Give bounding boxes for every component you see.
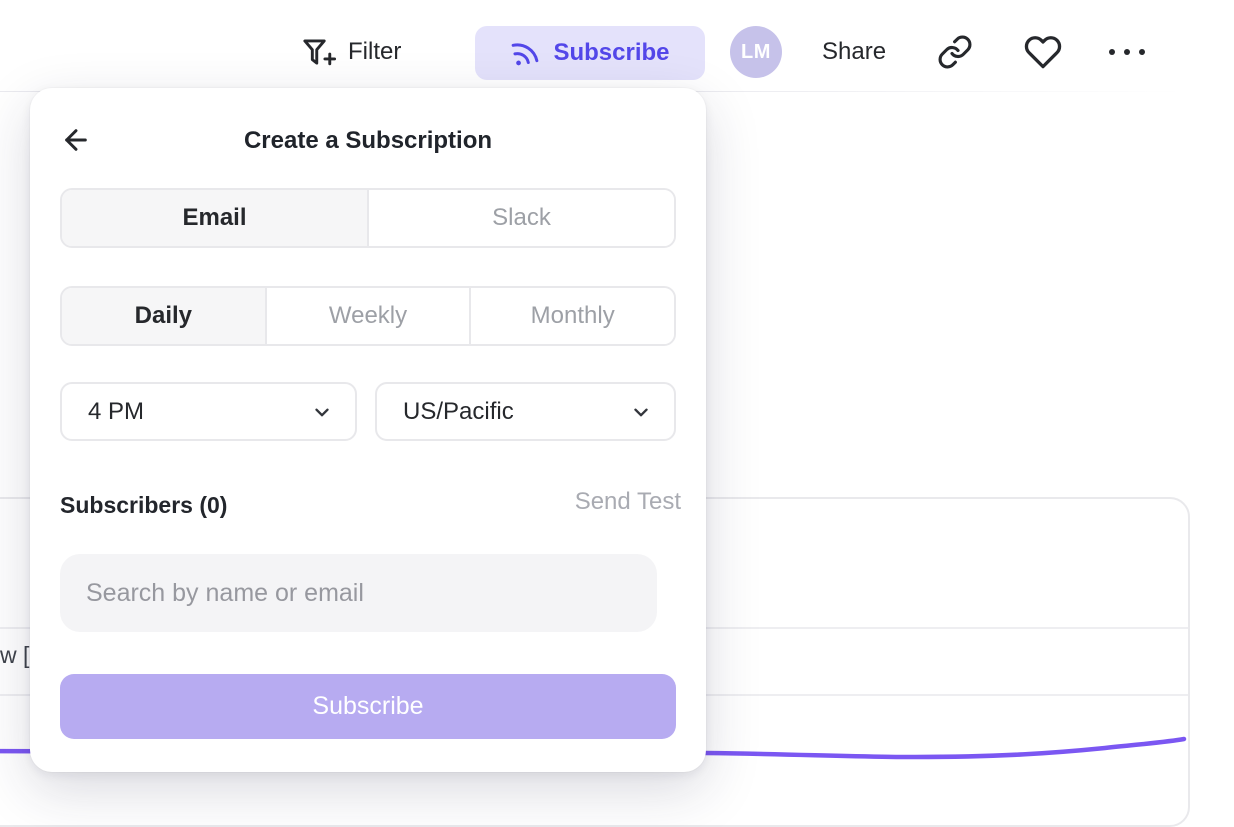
tab-monthly[interactable]: Monthly — [469, 288, 674, 344]
modal-title: Create a Subscription — [30, 127, 706, 155]
tab-daily[interactable]: Daily — [62, 288, 265, 344]
chevron-down-icon — [630, 401, 652, 423]
timezone-select[interactable]: US/Pacific — [375, 382, 676, 441]
filter-plus-icon — [300, 35, 336, 69]
search-input[interactable] — [60, 554, 657, 632]
avatar[interactable]: LM — [730, 26, 782, 78]
send-test-button[interactable]: Send Test — [575, 488, 681, 516]
channel-tabs: Email Slack — [60, 188, 676, 248]
filter-button[interactable]: Filter — [300, 30, 401, 74]
link-icon — [937, 34, 973, 70]
copy-link-button[interactable] — [936, 33, 974, 71]
rss-icon — [508, 35, 544, 71]
time-select[interactable]: 4 PM — [60, 382, 357, 441]
subscribers-label: Subscribers (0) — [60, 492, 227, 519]
share-label: Share — [822, 38, 886, 66]
heart-icon — [1024, 33, 1062, 71]
timezone-select-value: US/Pacific — [403, 398, 514, 426]
subscribe-label: Subscribe — [553, 39, 669, 67]
subscription-modal: Create a Subscription Email Slack Daily … — [30, 88, 706, 772]
ellipsis-icon — [1109, 49, 1145, 55]
more-button[interactable] — [1108, 33, 1146, 71]
share-button[interactable]: Share — [822, 30, 886, 74]
filter-label: Filter — [348, 38, 401, 66]
frequency-tabs: Daily Weekly Monthly — [60, 286, 676, 346]
avatar-initials: LM — [741, 41, 771, 64]
subscribe-button[interactable]: Subscribe — [475, 26, 705, 80]
favorite-button[interactable] — [1024, 33, 1062, 71]
time-select-value: 4 PM — [88, 398, 144, 426]
chevron-down-icon — [311, 401, 333, 423]
subscribe-submit-button[interactable]: Subscribe — [60, 674, 676, 739]
tab-slack[interactable]: Slack — [367, 190, 674, 246]
background-partial-text: w [ — [0, 642, 29, 669]
tab-email[interactable]: Email — [62, 190, 367, 246]
tab-weekly[interactable]: Weekly — [265, 288, 470, 344]
